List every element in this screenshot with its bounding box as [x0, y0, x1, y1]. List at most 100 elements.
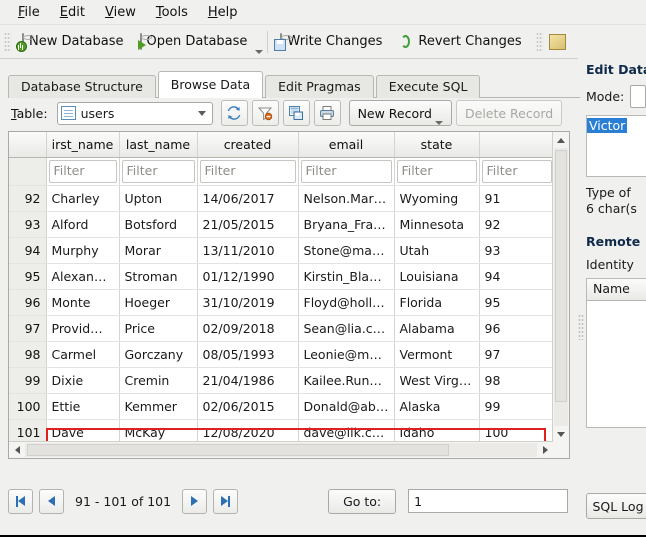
cell-state[interactable]: Louisiana [394, 263, 479, 289]
cell-first-name[interactable]: Monte [46, 289, 119, 315]
cell-created[interactable]: 21/04/1986 [197, 367, 298, 393]
previous-page-button[interactable] [39, 489, 64, 514]
table-row[interactable]: 99DixieCremin21/04/1986Kailee.Runo…West … [9, 367, 554, 393]
cell-email[interactable]: Stone@mar… [298, 237, 394, 263]
cell-last-name[interactable]: Hoeger [119, 289, 197, 315]
cell-first-name[interactable]: Alford [46, 211, 119, 237]
cell-created[interactable]: 14/06/2017 [197, 185, 298, 211]
first-page-button[interactable] [8, 489, 33, 514]
menu-file[interactable]: File [8, 3, 50, 22]
write-changes-button[interactable]: Write Changes [272, 30, 390, 53]
cell-editor[interactable]: Victor [586, 115, 646, 177]
cell-first-name[interactable]: Alexan… [46, 263, 119, 289]
cell-email[interactable]: Donald@ab… [298, 393, 394, 419]
cell-state[interactable]: West Virginia [394, 367, 479, 393]
new-database-button[interactable]: New Database [14, 30, 132, 53]
new-record-dropdown-icon[interactable] [435, 121, 443, 125]
cell-last-name[interactable]: Kemmer [119, 393, 197, 419]
row-number[interactable]: 94 [9, 237, 46, 263]
hscroll-thumb[interactable] [27, 444, 449, 456]
table-row[interactable]: 94MurphyMorar13/11/2010Stone@mar…Utah93 [9, 237, 554, 263]
filter-input-last-name[interactable]: Filter [122, 160, 195, 183]
grid-vertical-scrollbar[interactable] [552, 132, 569, 442]
menu-view[interactable]: View [95, 3, 146, 22]
new-record-button[interactable]: New Record [349, 100, 452, 126]
vscroll-down-button[interactable] [553, 426, 569, 442]
refresh-button[interactable] [221, 100, 248, 126]
toolbar-grip[interactable] [4, 32, 11, 52]
cell-state[interactable]: Wyoming [394, 185, 479, 211]
cell-first-name[interactable]: Charley [46, 185, 119, 211]
row-number[interactable]: 100 [9, 393, 46, 419]
filter-cell-email[interactable]: Filter [298, 157, 394, 185]
vscroll-thumb[interactable] [555, 150, 567, 402]
filter-cell-id[interactable]: Filter [479, 157, 554, 185]
cell-state[interactable]: Alaska [394, 393, 479, 419]
cell-state[interactable]: Florida [394, 289, 479, 315]
table-row[interactable]: 95Alexan…Stroman01/12/1990Kirstin_Blan…L… [9, 263, 554, 289]
tab-database-structure[interactable]: Database Structure [8, 75, 156, 98]
row-number[interactable]: 95 [9, 263, 46, 289]
cell-last-name[interactable]: Stroman [119, 263, 197, 289]
row-number[interactable]: 93 [9, 211, 46, 237]
row-number[interactable]: 99 [9, 367, 46, 393]
cell-email[interactable]: Nelson.Mar… [298, 185, 394, 211]
cell-email[interactable]: Bryana_Fra… [298, 211, 394, 237]
filter-input-state[interactable]: Filter [397, 160, 477, 183]
tab-browse-data[interactable]: Browse Data [158, 71, 263, 98]
cell-state[interactable]: Alabama [394, 315, 479, 341]
row-number[interactable]: 97 [9, 315, 46, 341]
cell-email[interactable]: Sean@lia.co… [298, 315, 394, 341]
vscroll-up-button[interactable] [553, 132, 569, 148]
cell-id[interactable]: 95 [479, 289, 554, 315]
filter-cell-created[interactable]: Filter [197, 157, 298, 185]
delete-record-button[interactable]: Delete Record [456, 100, 562, 126]
cell-id[interactable]: 97 [479, 341, 554, 367]
table-row[interactable]: 92CharleyUpton14/06/2017Nelson.Mar…Wyomi… [9, 185, 554, 211]
goto-button[interactable]: Go to: [328, 489, 396, 514]
cell-last-name[interactable]: Morar [119, 237, 197, 263]
mode-select[interactable] [630, 85, 646, 108]
clear-filter-button[interactable] [252, 100, 279, 126]
open-database-button[interactable]: Open Database [132, 30, 256, 53]
open-database-dropdown-icon[interactable] [255, 50, 263, 54]
cell-created[interactable]: 02/09/2018 [197, 315, 298, 341]
grid-horizontal-scrollbar[interactable] [9, 441, 553, 458]
menu-edit[interactable]: Edit [50, 3, 95, 22]
goto-input[interactable]: 1 [408, 489, 568, 513]
cell-id[interactable]: 92 [479, 211, 554, 237]
filter-cell-last-name[interactable]: Filter [119, 157, 197, 185]
filter-input-created[interactable]: Filter [200, 160, 296, 183]
header-last-name[interactable]: last_name [119, 132, 197, 157]
cell-created[interactable]: 01/12/1990 [197, 263, 298, 289]
cell-last-name[interactable]: Cremin [119, 367, 197, 393]
filter-input-id[interactable]: Filter [482, 160, 552, 183]
cell-last-name[interactable]: Upton [119, 185, 197, 211]
cell-first-name[interactable]: Murphy [46, 237, 119, 263]
table-row[interactable]: 96MonteHoeger31/10/2019Floyd@holly…Flori… [9, 289, 554, 315]
cell-first-name[interactable]: Ettie [46, 393, 119, 419]
cell-email[interactable]: Kailee.Runo… [298, 367, 394, 393]
table-row[interactable]: 97Provid…Price02/09/2018Sean@lia.co…Alab… [9, 315, 554, 341]
cell-id[interactable]: 94 [479, 263, 554, 289]
header-created[interactable]: created [197, 132, 298, 157]
cell-id[interactable]: 98 [479, 367, 554, 393]
print-button[interactable] [314, 100, 341, 126]
cell-first-name[interactable]: Carmel [46, 341, 119, 367]
cell-created[interactable]: 13/11/2010 [197, 237, 298, 263]
cell-created[interactable]: 31/10/2019 [197, 289, 298, 315]
cell-state[interactable]: Minnesota [394, 211, 479, 237]
hscroll-left-button[interactable] [9, 442, 25, 458]
cell-last-name[interactable]: Botsford [119, 211, 197, 237]
cell-created[interactable]: 08/05/1993 [197, 341, 298, 367]
filter-cell-first-name[interactable]: Filter [46, 157, 119, 185]
export-package-button[interactable] [546, 30, 574, 54]
cell-state[interactable]: Utah [394, 237, 479, 263]
row-number[interactable]: 92 [9, 185, 46, 211]
header-rownum[interactable] [9, 132, 46, 157]
cell-id[interactable]: 99 [479, 393, 554, 419]
cell-id[interactable]: 93 [479, 237, 554, 263]
header-state[interactable]: state [394, 132, 479, 157]
cell-created[interactable]: 02/06/2015 [197, 393, 298, 419]
last-page-button[interactable] [213, 489, 238, 514]
